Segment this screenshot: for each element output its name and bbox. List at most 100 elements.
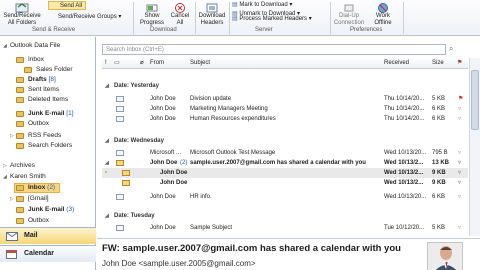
nav-outbox[interactable]: Outbox <box>28 119 49 128</box>
outbox-icon <box>16 218 24 224</box>
table-row[interactable]: Microsoft ... Microsoft Outlook Test Mes… <box>102 148 468 158</box>
nav-archives[interactable]: Archives <box>10 161 35 170</box>
nav-rss-feeds[interactable]: RSS Feeds <box>28 131 61 140</box>
work-offline-button[interactable]: Work Offline <box>369 2 397 27</box>
message-subject: HR info. <box>190 194 212 200</box>
send-all-button[interactable]: Send All <box>48 1 86 10</box>
search-placeholder: Search Inbox (Ctrl+E) <box>106 47 164 53</box>
nav-junk-email[interactable]: Junk E-mail [1] <box>28 109 74 118</box>
column-from[interactable]: From <box>150 58 164 68</box>
message-from: John Doe <box>150 106 176 112</box>
group-label-send-receive: Send & Receive <box>32 27 76 33</box>
nav-inbox[interactable]: Inbox <box>28 55 44 64</box>
column-size[interactable]: Size <box>432 58 444 68</box>
nav-drafts-count: [8] <box>48 76 56 83</box>
table-row[interactable]: John Doe Sample Subject Tue 10/12/20... … <box>102 223 468 233</box>
table-row[interactable]: John Doe Division update Thu 10/14/20...… <box>102 94 468 104</box>
nav-deleted-items[interactable]: Deleted Items <box>28 95 68 104</box>
column-flag-icon[interactable]: ⚑ <box>457 58 462 68</box>
send-receive-groups-label: Send/Receive Groups <box>58 14 117 20</box>
scrollbar-thumb[interactable] <box>471 70 479 130</box>
flag-icon[interactable]: ▿ <box>458 192 461 202</box>
nav-outbox2[interactable]: Outbox <box>28 216 49 225</box>
cancel-all-button[interactable]: Cancel All <box>168 2 192 27</box>
folder-icon <box>16 196 24 202</box>
work-offline-label: Work Offline <box>374 13 392 26</box>
column-received[interactable]: Received <box>384 58 409 68</box>
mail-nav-button[interactable]: Mail <box>0 227 96 244</box>
nav-drafts[interactable]: Drafts [8] <box>28 75 56 84</box>
contact-photo-icon <box>428 243 462 270</box>
attachment-column-icon[interactable]: ⌀ <box>140 58 144 68</box>
nav-outlook-data-file[interactable]: Outlook Data File <box>10 41 60 50</box>
flag-icon[interactable]: ▿ <box>458 148 461 158</box>
folder-icon <box>16 57 24 63</box>
group-header-tuesday[interactable]: ◢ Date: Tuesday <box>102 211 468 221</box>
importance-column-icon[interactable]: ! <box>105 58 107 68</box>
message-from: John Doe <box>150 225 176 231</box>
message-list-scrollbar[interactable] <box>469 58 480 236</box>
message-from: John Doe <box>150 194 176 200</box>
process-marked-headers-button-visible[interactable]: ▤ Process Marked Headers ▾ <box>232 15 312 23</box>
rss-icon <box>16 133 24 139</box>
table-row[interactable]: John Doe HR info. Wed 10/13/20... 6 KB ▿ <box>102 192 468 202</box>
message-received: Wed 10/13/20... <box>384 150 427 156</box>
nav-sent-items[interactable]: Sent Items <box>28 85 59 94</box>
send-receive-icon <box>15 3 29 13</box>
flag-icon[interactable]: ▿ <box>458 158 461 168</box>
flag-icon[interactable]: ⚑ <box>458 94 463 104</box>
read-mail-icon <box>116 96 124 102</box>
nav-sales-folder[interactable]: Sales Folder <box>36 65 73 74</box>
send-receive-all-button[interactable]: Send/Receive All Folders <box>2 2 42 26</box>
icon-column-icon[interactable]: ▭ <box>114 58 120 68</box>
expand-icon[interactable]: ◢ <box>105 158 109 168</box>
group-label-download: Download <box>150 27 177 33</box>
group-header-wednesday[interactable]: ◢ Date: Wednesday <box>102 136 468 146</box>
download-headers-button[interactable]: Download Headers <box>197 2 227 27</box>
show-progress-button[interactable]: Show Progress <box>137 2 167 27</box>
read-mail-icon <box>116 106 124 112</box>
nav-search-folders[interactable]: Search Folders <box>28 141 72 150</box>
nav-inbox2-count: (2) <box>47 184 56 191</box>
unread-marker-icon: • <box>105 170 108 176</box>
message-from: John Doe <box>160 180 188 186</box>
message-received: Tue 10/12/20... <box>384 225 425 231</box>
table-row-conversation[interactable]: ◢ John Doe (2) sample.user.2007@gmail.co… <box>102 158 468 168</box>
nav-gmail[interactable]: [Gmail] <box>28 194 49 203</box>
mark-to-download-button[interactable]: ▤ Mark to Download ▾ <box>232 1 292 9</box>
message-received: Wed 10/13/2... <box>384 180 424 186</box>
flag-icon[interactable]: ▿ <box>458 168 461 178</box>
dialup-connection-button[interactable]: Dial-Up Connection <box>333 2 365 27</box>
flag-icon[interactable]: ▿ <box>458 104 461 114</box>
group-header-yesterday[interactable]: ◢ Date: Yesterday <box>102 81 468 91</box>
table-row[interactable]: John Doe Human Resources expenditures Th… <box>102 114 468 124</box>
meeting-icon <box>122 170 130 176</box>
message-size: 5 KB <box>432 225 446 231</box>
search-icon[interactable]: ⌕ <box>449 44 453 54</box>
flag-icon[interactable]: ▿ <box>458 114 461 124</box>
junk-icon <box>16 111 24 117</box>
column-subject[interactable]: Subject <box>190 58 210 68</box>
drafts-icon <box>16 77 24 83</box>
nav-drafts-label: Drafts <box>28 76 47 83</box>
flag-icon[interactable]: ▿ <box>458 178 461 188</box>
dialup-connection-label: Dial-Up Connection <box>333 13 365 26</box>
search-input[interactable]: Search Inbox (Ctrl+E) <box>102 44 446 55</box>
read-mail-icon <box>116 194 124 200</box>
send-receive-groups-button[interactable]: Send/Receive Groups ▾ <box>58 13 128 21</box>
nav-junk-label: Junk E-mail <box>28 110 65 117</box>
table-row[interactable]: • John Doe Wed 10/13/2... 9 KB ▿ <box>102 168 468 178</box>
nav-karen-smith[interactable]: Karen Smith <box>10 172 46 181</box>
table-row[interactable]: John Doe Wed 10/13/2... 9 KB ▿ <box>102 178 468 188</box>
calendar-nav-button[interactable]: Calendar <box>0 245 96 262</box>
read-mail-icon <box>116 150 124 156</box>
flag-icon[interactable]: ▿ <box>458 223 461 233</box>
nav-inbox2[interactable]: Inbox (2) <box>28 183 55 192</box>
download-headers-icon <box>206 3 218 13</box>
group-label: Date: Tuesday <box>114 213 155 219</box>
nav-junk2[interactable]: Junk E-mail (3) <box>28 205 74 214</box>
reading-sender[interactable]: John Doe <sample.user.2005@gmail.com> <box>102 259 256 268</box>
table-row[interactable]: John Doe Marketing Managers Meeting Thu … <box>102 104 468 114</box>
message-size: 6 KB <box>432 106 446 112</box>
message-subject: Human Resources expenditures <box>190 116 276 122</box>
